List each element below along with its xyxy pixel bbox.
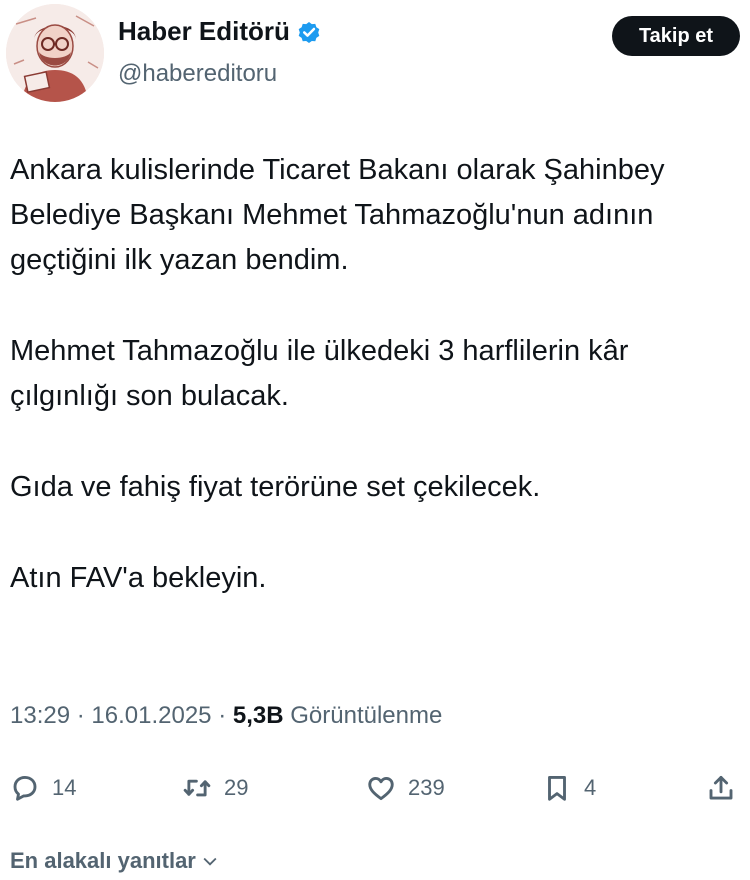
meta-separator: ·: [76, 702, 85, 729]
avatar[interactable]: [6, 4, 104, 102]
avatar-illustration: [6, 4, 104, 102]
share-button[interactable]: [706, 766, 736, 810]
share-icon: [709, 775, 733, 800]
views-count: 5,3B: [232, 702, 284, 729]
user-handle[interactable]: @habereditoru: [118, 60, 277, 88]
tweet-paragraph: Mehmet Tahmazoğlu ile ülkedeki 3 harflil…: [10, 335, 629, 412]
tweet-paragraph: Atın FAV'a bekleyin.: [10, 562, 267, 594]
display-name-row[interactable]: Haber Editörü: [118, 16, 322, 47]
tweet-actions: 14 29 239 4: [10, 766, 748, 810]
like-count: 239: [408, 775, 445, 800]
reply-icon: [13, 775, 37, 801]
reply-count: 14: [52, 775, 77, 800]
display-name[interactable]: Haber Editörü: [118, 16, 290, 47]
tweet-paragraph: Ankara kulislerinde Ticaret Bakanı olara…: [10, 154, 665, 276]
chevron-down-icon: [203, 857, 217, 866]
retweet-button[interactable]: 29: [182, 766, 248, 810]
follow-button[interactable]: Takip et: [612, 16, 740, 56]
replies-sort-label: En alakalı yanıtlar: [10, 848, 196, 873]
verified-badge-icon: [298, 21, 320, 43]
tweet-time[interactable]: 13:29: [10, 702, 70, 729]
retweet-icon: [183, 779, 211, 797]
like-button[interactable]: 239: [366, 766, 445, 810]
bookmark-count: 4: [584, 775, 597, 800]
tweet-detail: Haber Editörü @habereditoru Takip et Ank…: [0, 0, 750, 880]
tweet-paragraph: Gıda ve fahiş fiyat terörüne set çekilec…: [10, 471, 541, 503]
retweet-count: 29: [224, 775, 249, 800]
meta-separator: ·: [218, 702, 227, 729]
tweet-text: Ankara kulislerinde Ticaret Bakanı olara…: [10, 148, 742, 601]
heart-icon: [368, 776, 394, 801]
reply-button[interactable]: 14: [10, 766, 76, 810]
bookmark-button[interactable]: 4: [542, 766, 596, 810]
tweet-meta: 13:29 · 16.01.2025 · 5,3B Görüntülenme: [10, 702, 442, 730]
bookmark-icon: [548, 775, 566, 801]
tweet-header: Haber Editörü @habereditoru Takip et: [6, 4, 746, 104]
replies-sort-dropdown[interactable]: En alakalı yanıtlar: [10, 848, 220, 874]
views-label: Görüntülenme: [290, 702, 443, 729]
tweet-date[interactable]: 16.01.2025: [91, 702, 211, 729]
